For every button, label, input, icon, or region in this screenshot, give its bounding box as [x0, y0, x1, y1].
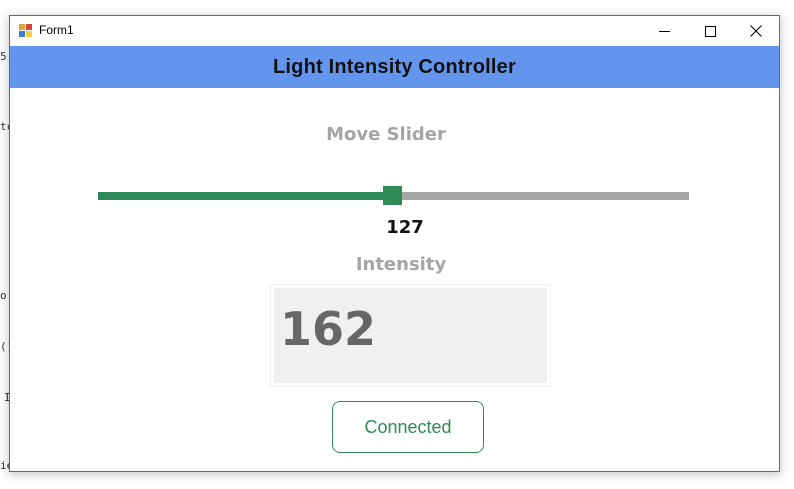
intensity-slider[interactable]: [98, 186, 689, 205]
page-title: Light Intensity Controller: [273, 55, 516, 78]
app-window: Form1 Light Intensity Controller Move Sl…: [9, 15, 780, 472]
window-title: Form1: [39, 23, 74, 37]
close-icon: [750, 25, 762, 37]
connected-button[interactable]: Connected: [332, 401, 484, 453]
code-fragment: o: [0, 289, 7, 302]
slider-thumb[interactable]: [383, 186, 403, 205]
intensity-value: 162: [280, 302, 377, 356]
intensity-label: Intensity: [355, 254, 447, 275]
intensity-display: 162: [270, 284, 551, 387]
slider-label: Move Slider: [326, 124, 446, 145]
slider-value: 127: [386, 217, 424, 238]
close-button[interactable]: [733, 16, 779, 46]
title-bar[interactable]: Form1: [10, 16, 779, 46]
maximize-icon: [704, 25, 716, 37]
slider-fill: [98, 192, 393, 200]
maximize-button[interactable]: [687, 16, 733, 46]
minimize-button[interactable]: [641, 16, 687, 46]
minimize-icon: [658, 30, 670, 32]
header-banner: Light Intensity Controller: [10, 46, 779, 88]
winforms-app-icon: [19, 24, 32, 37]
